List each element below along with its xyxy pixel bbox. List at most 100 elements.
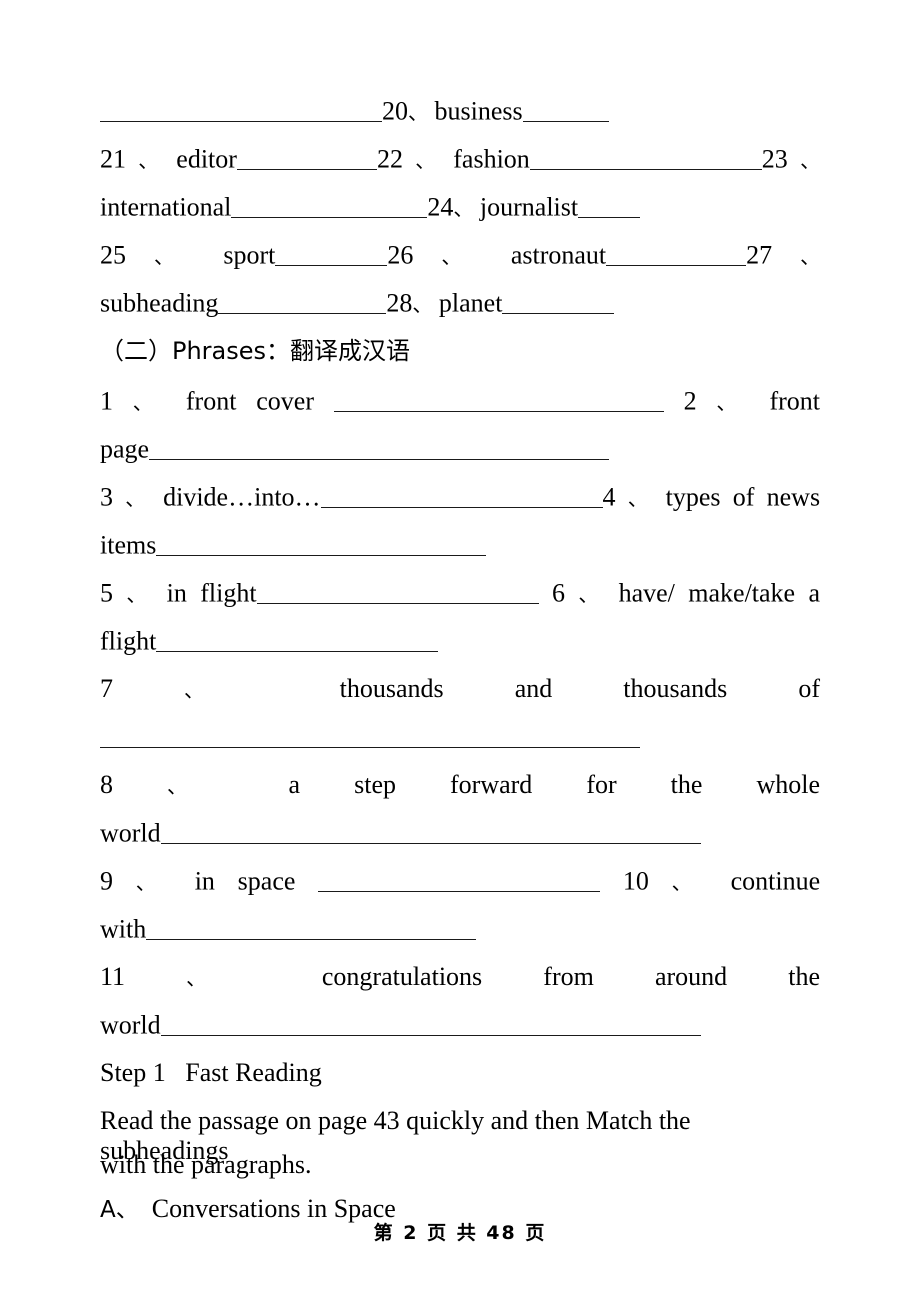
phrases-heading-text: （二）Phrases：翻译成汉语: [100, 337, 411, 365]
answer-blank[interactable]: [160, 1010, 701, 1036]
phrase-number-11: 11: [100, 962, 126, 991]
answer-blank[interactable]: [606, 240, 747, 266]
vocab-number-27: 27: [746, 240, 773, 270]
vocab-line-27-28: subheading 28、 planet: [100, 288, 820, 320]
answer-blank[interactable]: [275, 240, 388, 266]
phrase-word: with: [100, 914, 147, 944]
answer-blank[interactable]: [320, 482, 603, 508]
ideographic-comma: 、: [138, 148, 165, 173]
answer-blank[interactable]: [236, 144, 377, 170]
answer-blank[interactable]: [100, 96, 382, 122]
answer-blank[interactable]: [578, 192, 641, 218]
ideographic-comma: 、: [125, 486, 151, 511]
vocab-line-21-23: 21 、 editor 22 、 fashion 23 、: [100, 144, 820, 176]
step-instruction-line-2: with the paragraphs.: [100, 1150, 820, 1180]
vocab-word-planet: planet: [438, 288, 503, 318]
phrase-line-8-cont: world: [100, 818, 820, 849]
phrase-line-9-10: 9 、 in space 10 、 continue: [100, 866, 820, 898]
vocab-word-astronaut: astronaut: [510, 240, 607, 270]
phrase-word: from: [543, 962, 594, 991]
phrase-word: make/take: [688, 578, 796, 608]
vocab-word-journalist: journalist: [479, 192, 579, 222]
vocab-line-23-24: international 24、 journalist: [100, 192, 820, 224]
phrases-section-heading: （二）Phrases：翻译成汉语: [100, 336, 820, 366]
phrase-word: space: [237, 866, 296, 896]
ideographic-comma: 、: [800, 244, 821, 269]
phrase-number-7: 7: [100, 674, 113, 703]
answer-blank[interactable]: [318, 866, 601, 892]
phrase-line-2-cont: page: [100, 434, 820, 465]
answer-blank[interactable]: [502, 288, 615, 314]
instruction-text: with the paragraphs.: [100, 1150, 312, 1179]
phrase-word: the: [788, 962, 821, 991]
ideographic-comma: 、: [184, 678, 269, 702]
step-label: Step 1: [100, 1058, 166, 1087]
phrase-word: whole: [756, 770, 820, 799]
phrase-line-7: 7 、 thousands and thousands of: [100, 674, 820, 705]
phrase-word: news: [766, 482, 821, 512]
phrase-word: the: [670, 770, 703, 799]
answer-blank[interactable]: [160, 818, 701, 844]
ideographic-comma: 、: [716, 390, 750, 415]
phrase-line-3-4: 3 、 divide…into… 4 、 types of news: [100, 482, 820, 514]
phrase-number-6: 6: [551, 578, 565, 608]
ideographic-comma: 、: [441, 244, 483, 269]
answer-blank[interactable]: [231, 192, 428, 218]
phrase-word: in: [194, 866, 215, 896]
ideographic-comma: 、: [153, 244, 196, 269]
vocab-word-editor: editor: [176, 144, 237, 174]
phrase-word: thousands: [623, 674, 728, 703]
phrase-line-8: 8 、 a step forward for the whole: [100, 770, 820, 801]
ideographic-comma: 、: [453, 196, 474, 221]
answer-blank[interactable]: [529, 144, 762, 170]
ideographic-comma: 、: [800, 148, 821, 173]
phrase-number-4: 4: [602, 482, 616, 512]
vocab-word-fashion: fashion: [453, 144, 530, 174]
answer-blank[interactable]: [149, 434, 610, 460]
answer-blank[interactable]: [333, 386, 664, 412]
ideographic-comma: 、: [627, 486, 654, 511]
phrase-word: for: [586, 770, 617, 799]
phrase-line-7-cont: [100, 722, 820, 753]
phrase-word: cover: [256, 386, 314, 416]
answer-blank[interactable]: [156, 626, 439, 652]
phrase-line-1-2: 1 、 front cover 2 、 front: [100, 386, 820, 418]
phrase-word: and: [514, 674, 553, 703]
answer-blank[interactable]: [156, 530, 487, 556]
phrase-word: flight: [200, 578, 257, 608]
phrase-word: items: [100, 530, 157, 560]
vocab-number-23: 23: [761, 144, 788, 174]
phrase-word: front: [185, 386, 237, 416]
ideographic-comma: 、: [671, 870, 708, 895]
phrase-word: divide…into…: [163, 482, 321, 512]
phrase-number-9: 9: [100, 866, 113, 896]
phrase-line-6-cont: flight: [100, 626, 820, 657]
phrase-line-10-cont: with: [100, 914, 820, 945]
answer-blank[interactable]: [100, 722, 640, 748]
page-footer: 第 2 页 共 48 页: [0, 1218, 920, 1245]
ideographic-comma: 、: [126, 582, 154, 607]
phrase-word: congratulations: [321, 962, 483, 991]
page-number-label: 第 2 页 共 48 页: [373, 1222, 547, 1244]
ideographic-comma: 、: [412, 292, 433, 317]
answer-blank[interactable]: [218, 288, 387, 314]
phrase-number-3: 3: [100, 482, 113, 512]
phrase-word: forward: [450, 770, 533, 799]
phrase-number-10: 10: [622, 866, 649, 896]
phrase-word: around: [654, 962, 728, 991]
ideographic-comma: 、: [415, 148, 441, 173]
phrase-line-11: 11 、 congratulations from around the: [100, 962, 820, 993]
ideographic-comma: 、: [135, 870, 172, 895]
phrase-word: types: [665, 482, 721, 512]
phrase-word: thousands: [339, 674, 444, 703]
ideographic-comma: 、: [132, 390, 167, 415]
vocab-number-24: 24: [427, 192, 454, 222]
answer-blank[interactable]: [522, 96, 609, 122]
answer-blank[interactable]: [146, 914, 477, 940]
vocab-word-sport: sport: [223, 240, 276, 270]
vocab-word-business: business: [434, 96, 523, 126]
answer-blank[interactable]: [256, 578, 539, 604]
phrase-word: step: [354, 770, 396, 799]
phrase-word: in: [166, 578, 187, 608]
phrase-number-2: 2: [683, 386, 697, 416]
